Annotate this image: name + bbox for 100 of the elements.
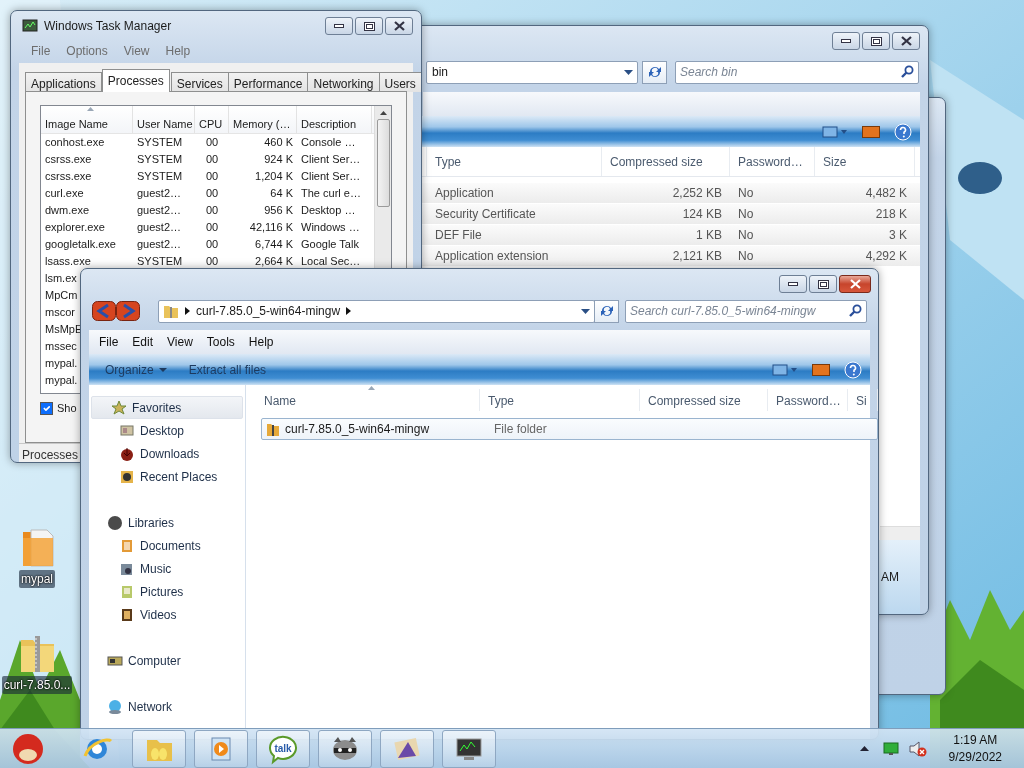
tab[interactable]: Applications (25, 72, 102, 92)
table-cell-text: curl.exe (44, 186, 85, 202)
icon-label: curl-7.85.0... (1, 676, 73, 694)
network-icon[interactable] (882, 741, 899, 756)
address-bar[interactable]: bin (426, 60, 638, 84)
menu-item[interactable]: Help (157, 42, 199, 60)
sidebar-item[interactable]: Pictures (91, 580, 243, 603)
globe-icon (107, 698, 123, 715)
column-header[interactable]: Size (815, 147, 915, 176)
minimize-button[interactable] (832, 32, 860, 50)
checkbox[interactable] (40, 401, 53, 415)
menu-item[interactable]: File (91, 333, 125, 351)
refresh-button[interactable] (594, 299, 619, 323)
table-cell-text: 64 K (269, 186, 294, 202)
sidebar-item[interactable]: Downloads (91, 442, 243, 465)
horizontal-scrollbar[interactable] (880, 526, 920, 540)
column-header[interactable]: Name (256, 389, 480, 411)
table-cell-text: 2,252 KB (671, 185, 723, 202)
column-header[interactable]: User Name (133, 106, 195, 133)
maximize-button[interactable] (809, 275, 837, 293)
column-header[interactable]: Si (848, 389, 878, 411)
column-header[interactable]: CPU (195, 106, 229, 133)
column-label: CPU (199, 118, 223, 130)
clock-date: 9/29/2022 (948, 748, 1002, 766)
tab[interactable]: Services (170, 72, 229, 92)
menu-item[interactable]: Tools (198, 333, 241, 351)
table-cell-text: 1 KB (695, 227, 723, 244)
menu-item[interactable]: View (115, 42, 158, 60)
tab[interactable]: Performance (227, 72, 309, 92)
menu-item[interactable]: View (159, 333, 199, 351)
taskbar-button[interactable] (318, 729, 372, 768)
table-cell-text: dwm.exe (44, 203, 91, 219)
menu-item[interactable]: Help (240, 333, 280, 351)
close-button[interactable] (385, 17, 413, 35)
close-button[interactable] (839, 275, 871, 293)
maximize-button[interactable] (355, 17, 383, 35)
table-cell-text: Desktop … (300, 203, 357, 219)
orb-icon (11, 731, 45, 766)
sidebar-item[interactable]: Documents (91, 534, 243, 557)
table-cell-text: csrss.exe (44, 169, 93, 185)
desktop-icon (119, 422, 135, 439)
table-cell-text: MpCm (44, 288, 79, 304)
table-cell-text: 4,482 K (864, 185, 908, 202)
table-cell-text: 4,292 K (864, 248, 908, 265)
column-header[interactable]: Memory (… (229, 106, 297, 133)
column-header[interactable]: Type (480, 389, 640, 411)
refresh-icon (598, 303, 615, 319)
table-cell-text: guest2… (136, 203, 183, 219)
search-field[interactable]: Search bin (675, 60, 919, 84)
tab[interactable]: Users (378, 72, 421, 92)
sidebar-item[interactable]: Libraries (91, 511, 243, 534)
column-header[interactable]: Image Name (41, 106, 133, 133)
status-text: Processes (22, 447, 79, 462)
close-icon (393, 21, 405, 31)
column-header[interactable]: Description (297, 106, 372, 133)
minimize-button[interactable] (325, 17, 353, 35)
table-cell-text: Application extension (434, 248, 550, 265)
table-cell-text: mypal. (44, 356, 79, 372)
close-button[interactable] (892, 32, 920, 50)
breadcrumb-text: curl-7.85.0_5-win64-mingw (196, 303, 341, 320)
table-cell-text: Console … (300, 135, 357, 151)
sidebar-item[interactable]: Computer (91, 649, 243, 672)
table-cell-text: No (737, 248, 755, 265)
checkbox-label: Sho (57, 401, 77, 416)
column-label: User Name (137, 118, 193, 130)
refresh-button[interactable] (642, 60, 667, 84)
table-cell-text: No (737, 206, 755, 223)
sidebar-item[interactable]: Favorites (91, 396, 243, 419)
tab[interactable]: Networking (307, 72, 380, 92)
table-cell-text: lsm.ex (44, 271, 78, 287)
sidebar-item[interactable]: Desktop (91, 419, 243, 442)
minimize-icon (334, 23, 344, 29)
maximize-button[interactable] (862, 32, 890, 50)
taskbar-button[interactable] (442, 729, 496, 768)
sidebar-item[interactable]: Recent Places (91, 465, 243, 488)
table-cell-text: SYSTEM (136, 152, 184, 168)
search-field[interactable]: Search curl-7.85.0_5-win64-mingw (625, 299, 867, 323)
menu-item[interactable]: Edit (124, 333, 160, 351)
window-title: Windows Task Manager (44, 18, 172, 35)
column-header[interactable]: Password… (730, 147, 815, 176)
table-cell-text: 00 (204, 203, 220, 219)
tab[interactable]: Processes (101, 69, 170, 92)
menu-item[interactable]: File (23, 42, 59, 60)
address-bar[interactable]: curl-7.85.0_5-win64-mingw (158, 299, 595, 323)
menu-item[interactable]: Options (58, 42, 116, 60)
sidebar-item[interactable]: Network (91, 695, 243, 718)
sidebar-item[interactable]: Music (91, 557, 243, 580)
taskbar-button[interactable]: talk (256, 729, 310, 768)
sidebar-item[interactable]: Videos (91, 603, 243, 626)
search-icon (848, 304, 862, 318)
minimize-button[interactable] (779, 275, 807, 293)
column-header[interactable]: Password… (768, 389, 848, 411)
back-forward-buttons[interactable] (92, 301, 140, 321)
column-header[interactable]: Type (427, 147, 602, 176)
column-header[interactable]: Compressed size (602, 147, 730, 176)
file-row[interactable]: curl-7.85.0_5-win64-mingw File folder (261, 418, 878, 440)
table-cell-text: 1,204 K (254, 169, 294, 185)
muted-speaker-icon[interactable] (908, 740, 927, 757)
column-header[interactable]: Compressed size (640, 389, 768, 411)
document-icon (119, 537, 135, 554)
